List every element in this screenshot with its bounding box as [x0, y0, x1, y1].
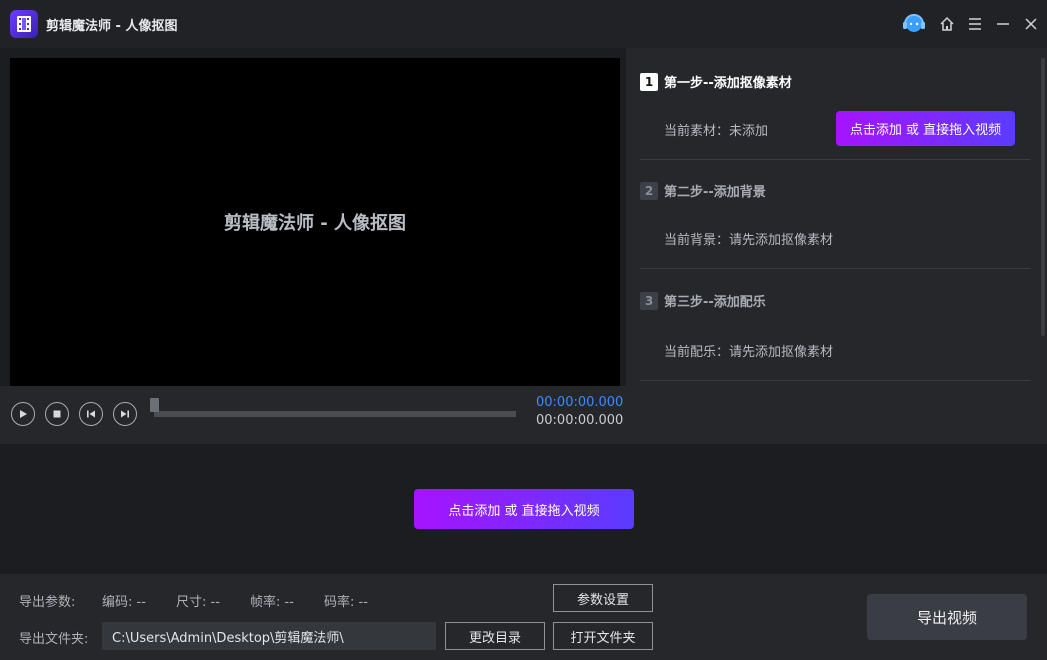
close-icon[interactable]	[1021, 10, 1041, 38]
step-3-header: 3 第三步--添加配乐	[640, 291, 766, 310]
prev-frame-icon	[87, 410, 95, 418]
step-divider	[640, 268, 1030, 269]
play-button[interactable]	[11, 402, 35, 426]
minimize-icon[interactable]	[993, 10, 1013, 38]
step-1-title: 第一步--添加抠像素材	[664, 76, 792, 91]
step-2-title: 第二步--添加背景	[664, 185, 766, 200]
export-video-button[interactable]: 导出视频	[867, 594, 1027, 640]
stop-button[interactable]	[45, 402, 69, 426]
step-3-number: 3	[640, 291, 658, 310]
menu-icon[interactable]	[965, 10, 985, 38]
step-2-header: 2 第二步--添加背景	[640, 181, 766, 200]
size-value: 尺寸: --	[176, 595, 220, 610]
timeline-handle[interactable]	[150, 398, 159, 412]
step-1-number: 1	[640, 72, 658, 91]
timeline-track[interactable]	[154, 411, 516, 417]
add-material-button[interactable]: 点击添加 或 直接拖入视频	[836, 111, 1015, 146]
change-dir-button[interactable]: 更改目录	[445, 622, 545, 650]
total-time: 00:00:00.000	[536, 413, 624, 428]
prev-frame-button[interactable]	[79, 402, 103, 426]
headset-icon[interactable]	[899, 10, 929, 38]
framerate-value: 帧率: --	[250, 595, 294, 610]
next-frame-icon	[121, 410, 129, 418]
app-logo-icon	[10, 10, 38, 38]
step-3-info: 当前配乐：请先添加抠像素材	[664, 345, 834, 360]
center-add-video-button[interactable]: 点击添加 或 直接拖入视频	[414, 489, 634, 529]
next-frame-button[interactable]	[113, 402, 137, 426]
play-icon	[20, 410, 27, 418]
param-settings-button[interactable]: 参数设置	[553, 584, 653, 612]
export-params-label: 导出参数:	[19, 595, 76, 610]
codec-value: 编码: --	[102, 595, 146, 610]
step-2-info: 当前背景：请先添加抠像素材	[664, 233, 834, 248]
export-folder-label: 导出文件夹:	[19, 632, 89, 647]
step-1-header: 1 第一步--添加抠像素材	[640, 72, 792, 91]
steps-scrollbar[interactable]	[1041, 58, 1045, 336]
step-2-number: 2	[640, 181, 658, 200]
home-icon[interactable]	[937, 10, 957, 38]
current-time: 00:00:00.000	[536, 395, 624, 410]
title-bar: 剪辑魔法师 - 人像抠图	[0, 0, 1047, 48]
step-divider	[640, 380, 1030, 381]
step-divider	[640, 159, 1030, 160]
stop-icon	[53, 410, 61, 418]
export-folder-field[interactable]: C:\Users\Admin\Desktop\剪辑魔法师\	[102, 622, 436, 650]
video-preview: 剪辑魔法师 - 人像抠图	[10, 58, 620, 386]
step-1-info: 当前素材：未添加	[664, 124, 769, 139]
step-3-title: 第三步--添加配乐	[664, 295, 766, 310]
bitrate-value: 码率: --	[324, 595, 368, 610]
preview-watermark: 剪辑魔法师 - 人像抠图	[223, 213, 406, 234]
open-folder-button[interactable]: 打开文件夹	[553, 622, 653, 650]
window-title: 剪辑魔法师 - 人像抠图	[46, 18, 178, 34]
